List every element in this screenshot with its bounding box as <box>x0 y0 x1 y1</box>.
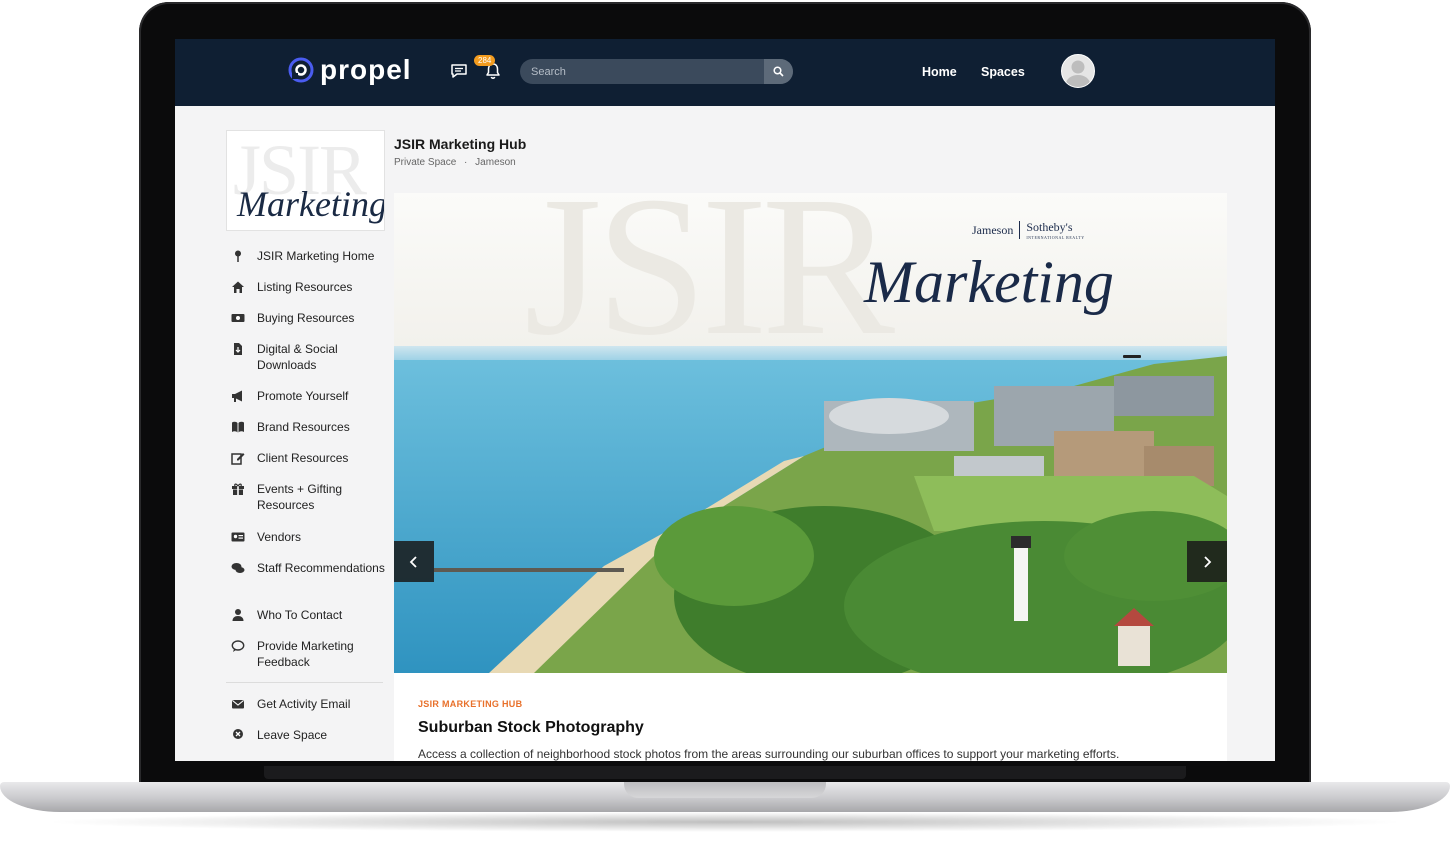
sidebar-item-label: Vendors <box>257 530 302 544</box>
sidebar-item-client-resources[interactable]: Client Resources <box>231 450 401 466</box>
comments-icon <box>231 563 245 573</box>
laptop-bezel-bottom <box>264 766 1186 779</box>
close-circle-icon <box>233 729 243 739</box>
meta-separator: · <box>464 157 468 168</box>
notification-count-badge: 284 <box>474 55 496 66</box>
sidebar-divider <box>226 682 383 683</box>
laptop-shadow <box>40 812 1410 832</box>
chat-icon[interactable] <box>449 61 469 81</box>
money-icon <box>231 314 245 322</box>
id-card-icon <box>231 532 245 542</box>
sidebar-item-label: Staff Recommendations <box>257 561 385 575</box>
brand-lockup-divider <box>1019 221 1021 239</box>
sidebar-action-label: Get Activity Email <box>257 697 351 711</box>
post-description: Access a collection of neighborhood stoc… <box>418 747 1120 761</box>
aerial-lakefront-photo <box>394 346 1227 673</box>
carousel-prev-button[interactable] <box>394 541 434 582</box>
space-owner[interactable]: Jameson <box>475 157 516 168</box>
sidebar-item-label: Digital & Social Downloads <box>257 342 338 372</box>
space-type: Private Space <box>394 157 457 168</box>
edit-icon <box>231 453 245 465</box>
propel-logo-icon <box>288 57 314 83</box>
sidebar-item-label: Buying Resources <box>257 311 355 325</box>
sidebar-item-label: Who To Contact <box>257 608 343 622</box>
space-title: JSIR Marketing Hub <box>394 136 527 152</box>
carousel-indicator[interactable] <box>1123 355 1141 358</box>
sidebar-item-buying-resources[interactable]: Buying Resources <box>231 310 401 326</box>
brand-lockup-left: Jameson <box>972 222 1014 237</box>
logo-text: propel <box>320 54 412 85</box>
brand-lockup-right: Sotheby's <box>1026 220 1073 234</box>
comment-icon <box>231 640 245 652</box>
featured-post-card[interactable]: JSIR MARKETING HUB Suburban Stock Photog… <box>394 673 1227 761</box>
sidebar-item-label: Provide Marketing Feedback <box>257 639 354 669</box>
get-activity-email-button[interactable]: Get Activity Email <box>231 696 401 712</box>
space-banner: JSIR Jameson Sotheby's INTERNATIONAL REA… <box>394 193 1227 346</box>
laptop-base-notch <box>624 782 826 798</box>
leave-space-button[interactable]: Leave Space <box>231 727 401 743</box>
megaphone-icon <box>232 390 242 402</box>
nav-link-home[interactable]: Home <box>922 65 957 79</box>
image-carousel <box>394 346 1227 673</box>
brand-lockup: Jameson Sotheby's INTERNATIONAL REALTY <box>972 220 1085 240</box>
sidebar-item-label: JSIR Marketing Home <box>257 249 375 263</box>
user-icon <box>232 609 244 621</box>
propel-logo[interactable]: propel <box>288 56 412 84</box>
tile-script-text: Marketing <box>237 184 385 224</box>
sidebar-item-vendors[interactable]: Vendors <box>231 529 401 545</box>
carousel-next-button[interactable] <box>1187 541 1227 582</box>
brand-lockup-right-group: Sotheby's INTERNATIONAL REALTY <box>1026 220 1084 240</box>
sidebar-item-who-to-contact[interactable]: Who To Contact <box>231 607 401 623</box>
search-input[interactable] <box>520 59 760 84</box>
user-avatar[interactable] <box>1061 54 1095 88</box>
chevron-right-icon <box>1204 555 1212 568</box>
sidebar-item-label: Brand Resources <box>257 420 350 434</box>
space-logo-tile: JSIR Marketing <box>226 130 385 231</box>
home-icon <box>232 281 244 293</box>
post-title[interactable]: Suburban Stock Photography <box>418 719 644 737</box>
banner-ghost-text: JSIR <box>524 193 895 346</box>
screen: propel 284 Home Spaces <box>175 39 1275 761</box>
post-kicker[interactable]: JSIR MARKETING HUB <box>418 699 522 709</box>
search-bar <box>520 59 793 84</box>
space-meta: Private Space · Jameson <box>394 157 516 168</box>
sidebar-item-brand-resources[interactable]: Brand Resources <box>231 419 401 435</box>
gift-icon <box>232 483 244 495</box>
sidebar-item-listing-resources[interactable]: Listing Resources <box>231 279 401 295</box>
sidebar-item-label: Listing Resources <box>257 280 353 294</box>
search-button[interactable] <box>764 59 793 84</box>
sidebar-item-label: Events + Gifting Resources <box>257 482 343 512</box>
sidebar-item-marketing-home[interactable]: JSIR Marketing Home <box>231 248 401 264</box>
sidebar-item-staff-recommendations[interactable]: Staff Recommendations <box>231 560 401 576</box>
pin-icon <box>235 250 241 262</box>
sidebar-item-promote-yourself[interactable]: Promote Yourself <box>231 388 401 404</box>
avatar-placeholder-icon <box>1066 60 1090 87</box>
sidebar-item-digital-social[interactable]: Digital & Social Downloads <box>231 341 401 373</box>
sidebar-action-label: Leave Space <box>257 728 328 742</box>
sidebar-item-provide-feedback[interactable]: Provide Marketing Feedback <box>231 638 401 670</box>
envelope-icon <box>232 700 244 709</box>
sidebar-item-label: Client Resources <box>257 451 349 465</box>
chevron-left-icon <box>409 555 417 568</box>
nav-link-spaces[interactable]: Spaces <box>981 65 1025 79</box>
top-navigation: propel 284 Home Spaces <box>175 39 1275 106</box>
file-download-icon <box>234 343 242 355</box>
search-icon <box>773 66 784 77</box>
brand-lockup-sub: INTERNATIONAL REALTY <box>1026 235 1085 240</box>
book-icon <box>232 421 244 433</box>
sidebar-item-events-gifting[interactable]: Events + Gifting Resources <box>231 481 401 513</box>
banner-script-text: Marketing <box>864 249 1114 315</box>
sidebar-item-label: Promote Yourself <box>257 389 349 403</box>
